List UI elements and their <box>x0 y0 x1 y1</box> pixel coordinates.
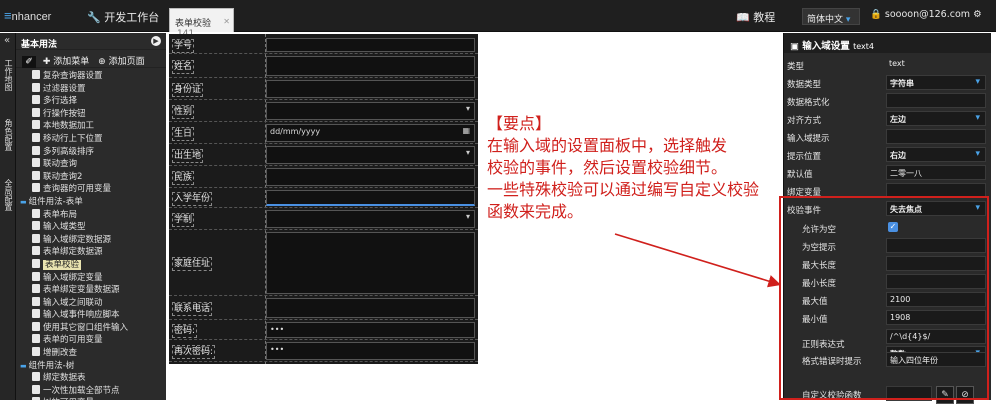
property-select[interactable]: 字符串 <box>886 75 986 90</box>
property-row: 默认值 二零一八 <box>784 164 992 182</box>
property-input[interactable] <box>886 93 986 108</box>
property-input[interactable] <box>886 129 986 144</box>
property-row: 输入域提示 <box>784 128 992 146</box>
property-label: 输入域提示 <box>787 134 830 144</box>
settings-icon: ▣ <box>790 41 799 52</box>
property-label: 对齐方式 <box>787 116 822 126</box>
property-row: 提示位置 右边 <box>784 146 992 164</box>
property-label: 数据类型 <box>787 80 822 90</box>
property-select[interactable]: 左边 <box>886 111 986 126</box>
property-label: 类型 <box>787 62 805 72</box>
property-input[interactable]: 二零一八 <box>886 165 986 180</box>
property-label: 默认值 <box>787 170 813 180</box>
property-row: 数据格式化 <box>784 92 992 110</box>
property-row: 对齐方式 左边 <box>784 110 992 128</box>
validation-highlight-box <box>779 196 989 400</box>
panel-header: ▣ 输入域设置 text4 <box>784 33 991 53</box>
property-row: 类型 text <box>784 56 992 74</box>
property-label: 提示位置 <box>787 152 822 162</box>
property-input: text <box>889 59 905 68</box>
property-row: 数据类型 字符串 <box>784 74 992 92</box>
property-label: 数据格式化 <box>787 98 830 108</box>
property-select[interactable]: 右边 <box>886 147 986 162</box>
